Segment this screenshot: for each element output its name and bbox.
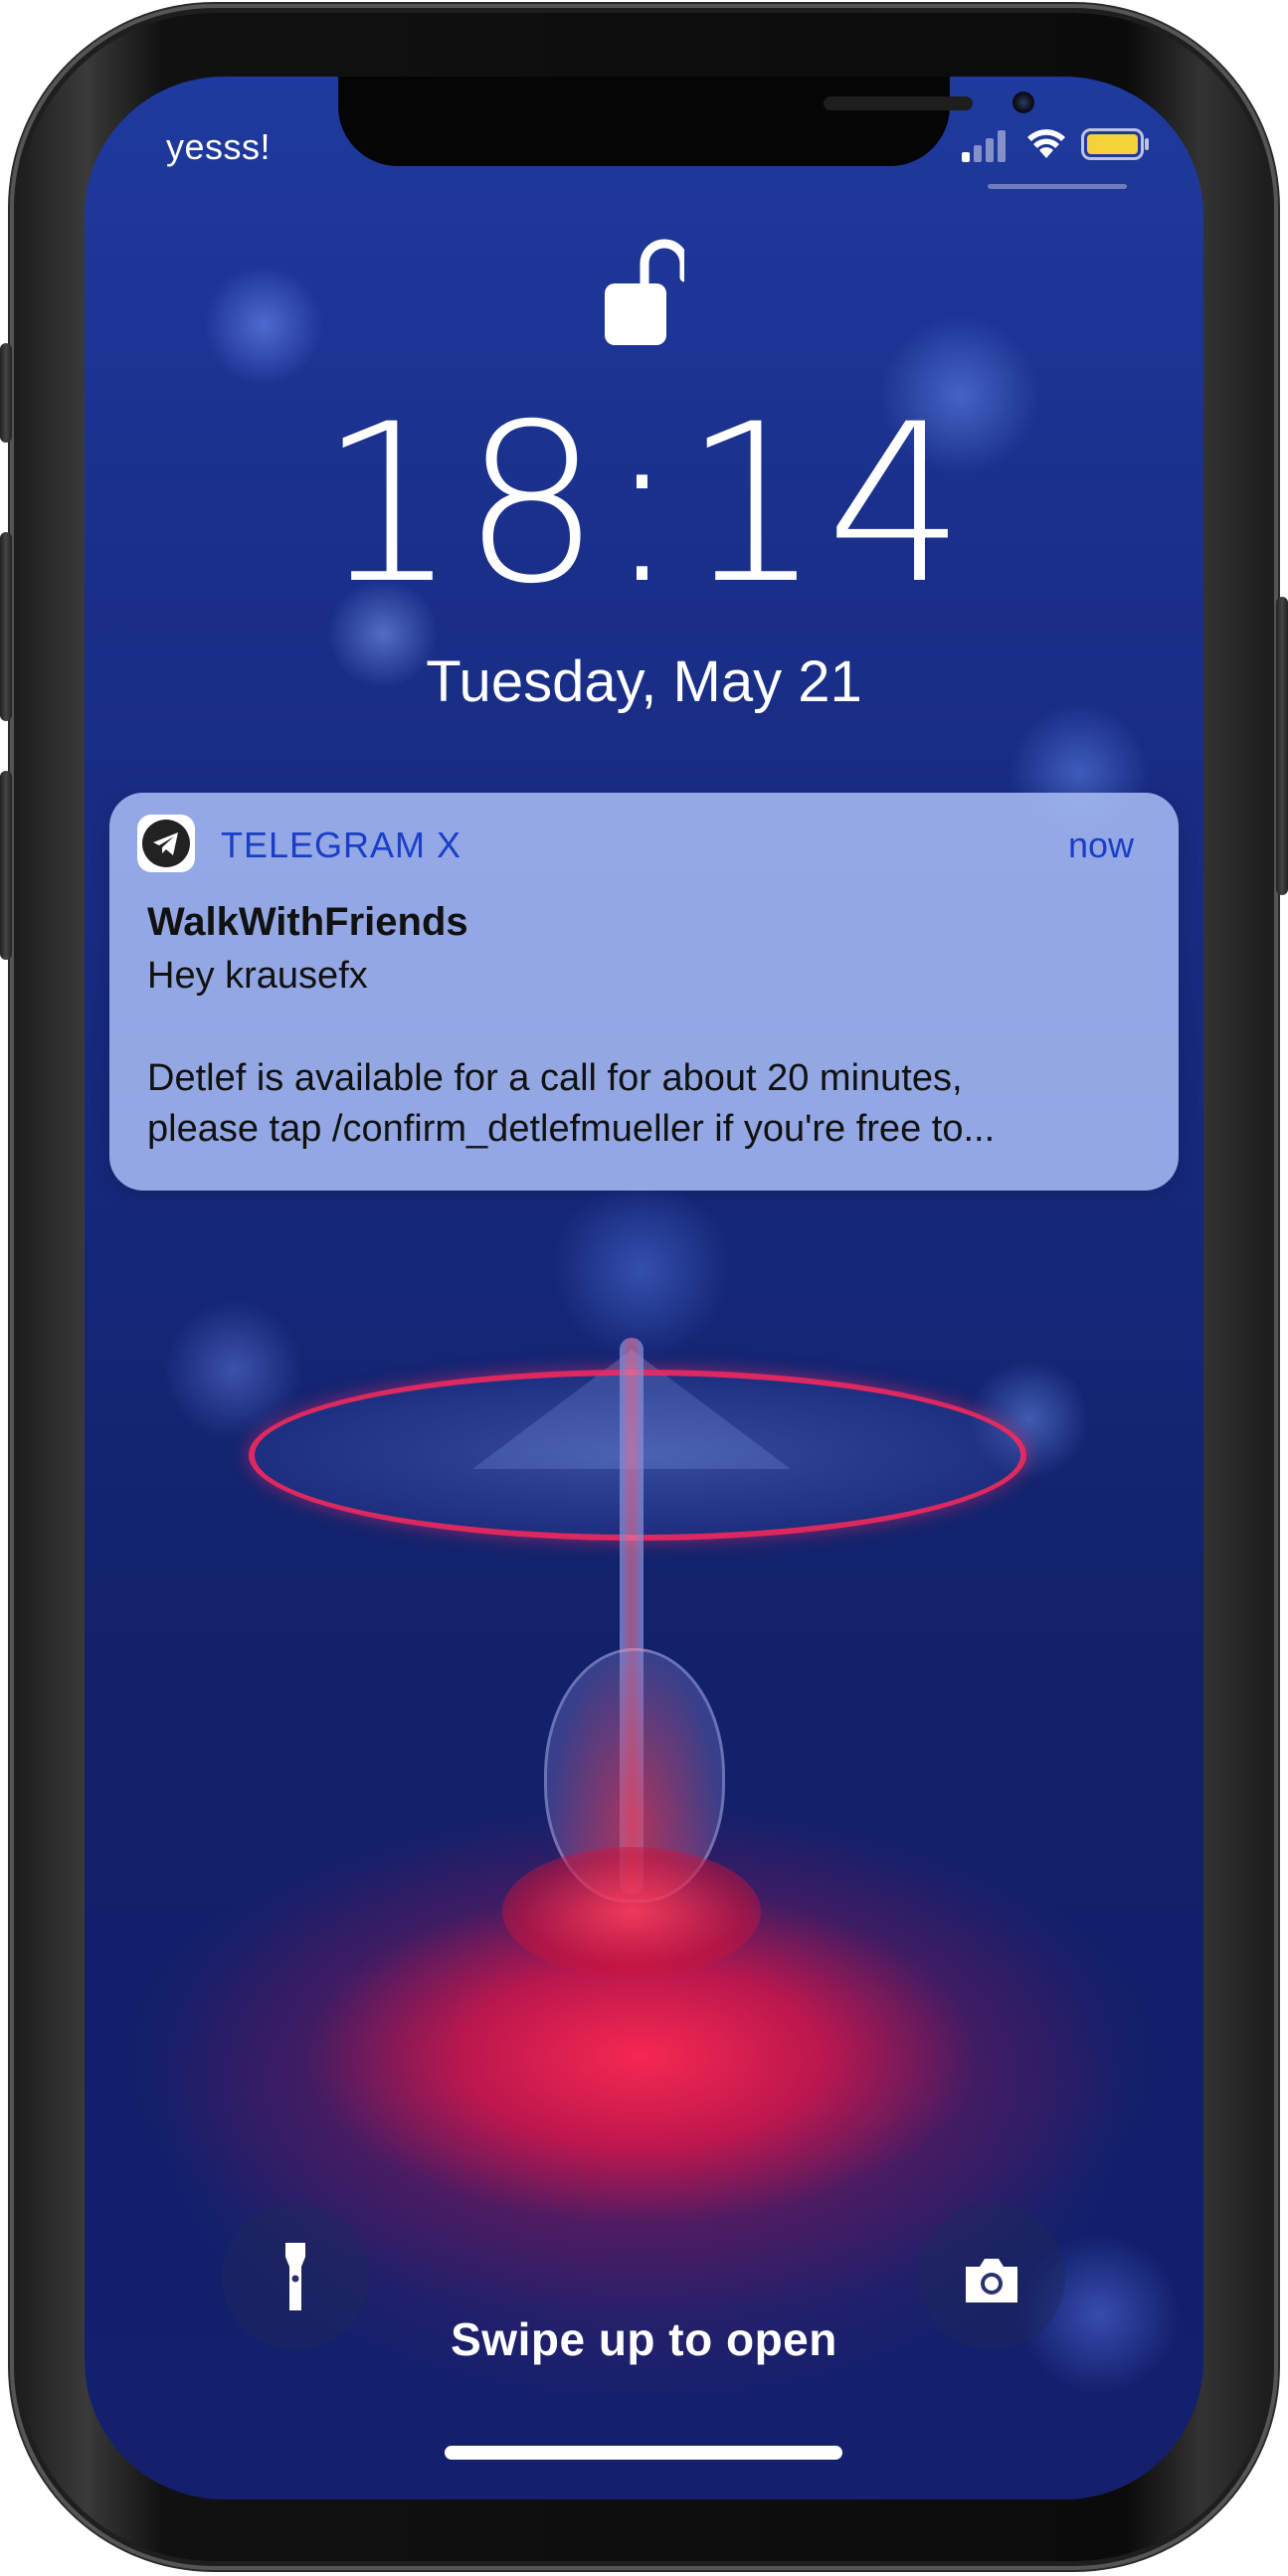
lock-screen-date: Tuesday, May 21 [426, 649, 862, 714]
telegram-icon [137, 815, 195, 872]
swipe-up-hint: Swipe up to open [451, 2313, 837, 2365]
volume-down-button [0, 771, 12, 960]
wifi-icon [1027, 129, 1065, 158]
carrier-name: yesss! [166, 126, 272, 167]
flashlight-icon [285, 2243, 305, 2310]
notification-body: Detlef is available for a call for about… [147, 1057, 996, 1150]
front-camera [1012, 92, 1034, 113]
silent-switch [0, 343, 12, 443]
control-center-indicator[interactable] [988, 184, 1127, 189]
notification-time: now [1067, 825, 1134, 865]
volume-up-button [0, 532, 12, 721]
signal-bars-icon [962, 130, 1006, 162]
battery-icon [1081, 128, 1149, 160]
notification-card[interactable]: TELEGRAM X now WalkWithFriends Hey kraus… [109, 793, 1179, 1191]
notch [338, 77, 1034, 166]
notification-subtitle: Hey krausefx [147, 955, 368, 997]
notification-title: WalkWithFriends [147, 900, 468, 944]
notification-app-name: TELEGRAM X [221, 825, 462, 865]
power-button [1276, 597, 1288, 895]
unlocked-padlock-icon [605, 239, 684, 345]
earpiece-speaker [824, 96, 973, 110]
camera-icon [966, 2259, 1017, 2302]
home-indicator[interactable] [445, 2446, 842, 2460]
lock-screen-time: 18:14 [318, 377, 970, 632]
lock-screen: yesss! 18:14 Tuesday, May 21 TELEGRAM X [85, 77, 1203, 2499]
